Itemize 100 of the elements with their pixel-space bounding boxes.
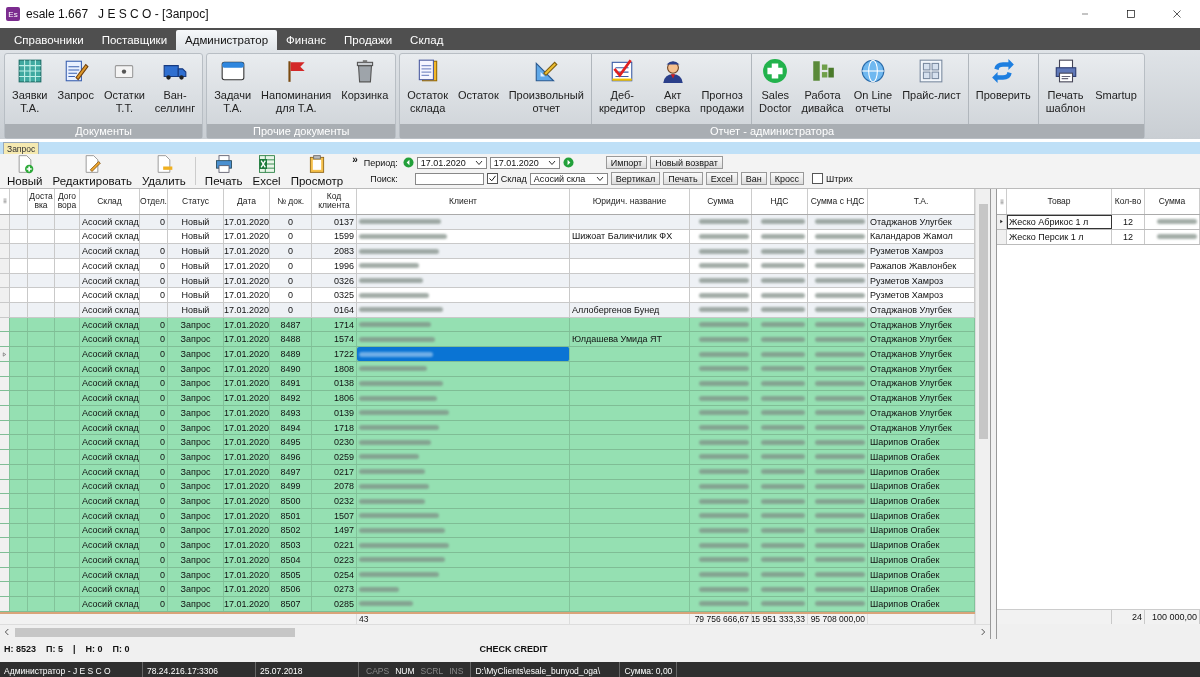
filter-button[interactable]: Ван bbox=[740, 172, 767, 185]
table-row[interactable]: Асосий склад 0 Новый 17.01.2020 0 2083 Рузметов Хамроз bbox=[0, 244, 975, 259]
scrollbar[interactable] bbox=[975, 189, 990, 624]
column-header[interactable]: Дого вора bbox=[55, 189, 80, 214]
filter-button[interactable]: Кросс bbox=[769, 172, 804, 185]
column-header[interactable]: Юридич. название bbox=[570, 189, 690, 214]
ribbon-button[interactable]: Заявки Т.А. bbox=[7, 54, 53, 124]
column-header[interactable]: Сумма bbox=[1145, 189, 1200, 214]
ribbon-button[interactable]: Произвольный отчет bbox=[503, 54, 589, 124]
status-text: П: 5 bbox=[46, 644, 63, 654]
blurred-text bbox=[699, 248, 749, 254]
column-header[interactable]: Сумма bbox=[690, 189, 752, 214]
filter-button[interactable]: Новый возврат bbox=[650, 156, 723, 169]
table-cell: Асосий склад bbox=[80, 258, 140, 273]
blurred-text bbox=[815, 542, 865, 548]
table-cell: Новый bbox=[168, 229, 224, 244]
table-row[interactable]: Асосий склад 0 Запрос 17.01.2020 8488 1574 Юлдашева Умида ЯТ Отаджанов Улугбек bbox=[0, 332, 975, 348]
ribbon-button[interactable]: Запрос bbox=[52, 54, 99, 124]
column-header[interactable]: Статус bbox=[168, 189, 224, 214]
table-cell: Асосий склад bbox=[80, 317, 140, 332]
ribbon-button[interactable]: Ван- селлинг bbox=[149, 54, 201, 124]
column-header[interactable]: Склад bbox=[80, 189, 140, 214]
toolbar-button[interactable]: Excel bbox=[247, 154, 286, 188]
table-row[interactable]: Асосий склад 0 Запрос 17.01.2020 8495 0230 Шарипов Огабек bbox=[0, 435, 975, 451]
ribbon-button[interactable]: On Line отчеты bbox=[848, 54, 898, 124]
scrollbar-thumb[interactable] bbox=[15, 627, 295, 637]
column-header[interactable]: Дата bbox=[224, 189, 270, 214]
ribbon-button[interactable]: Прогноз продажи bbox=[695, 54, 750, 124]
table-row[interactable]: Асосий склад 0 Запрос 17.01.2020 8503 0221 Шарипов Огабек bbox=[0, 538, 975, 553]
menu-tab[interactable]: Продажи bbox=[335, 30, 402, 50]
ribbon-button[interactable]: Деб- кредитор bbox=[593, 54, 651, 124]
toolbar-button[interactable]: Просмотр bbox=[285, 154, 349, 188]
menu-tab[interactable]: Администратор bbox=[176, 30, 278, 50]
menu-tab[interactable]: Справочники bbox=[5, 30, 93, 50]
filter-button[interactable]: Вертикал bbox=[610, 172, 661, 185]
date-field[interactable]: 17.01.2020 bbox=[416, 156, 487, 169]
ribbon-button[interactable]: Остаток склада bbox=[402, 54, 453, 124]
toolbar-button[interactable]: Редактировать bbox=[47, 154, 137, 188]
ribbon-button[interactable]: Smartup bbox=[1090, 54, 1142, 124]
ribbon-button[interactable]: Остатки Т.Т. bbox=[99, 54, 150, 124]
menu-tab[interactable]: Склад bbox=[401, 30, 453, 50]
table-row[interactable]: Жеско Абрикос 1 л 12 bbox=[997, 215, 1200, 230]
search-field[interactable] bbox=[414, 172, 484, 185]
table-row[interactable]: Асосий склад 0 Запрос 17.01.2020 8492 1806 Отаджанов Улугбек bbox=[0, 391, 975, 406]
filter-button[interactable]: Импорт bbox=[605, 156, 648, 169]
column-header[interactable]: Доста вка bbox=[28, 189, 55, 214]
table-row[interactable]: Асосий склад 0 Запрос 17.01.2020 8496 0259 Шарипов Огабек bbox=[0, 450, 975, 465]
ribbon-button[interactable]: Задачи Т.А. bbox=[209, 54, 257, 124]
ribbon-button[interactable]: Sales Doctor bbox=[754, 54, 797, 124]
date-field[interactable]: 17.01.2020 bbox=[489, 156, 560, 169]
warehouse-dropdown[interactable]: Асосий скла bbox=[529, 172, 608, 185]
blurred-text bbox=[699, 410, 749, 416]
menu-tab[interactable]: Поставщики bbox=[92, 30, 177, 50]
column-header[interactable]: № док. bbox=[270, 189, 312, 214]
scrollbar-thumb[interactable] bbox=[978, 204, 988, 439]
column-header[interactable]: Товар bbox=[1007, 189, 1112, 214]
column-header[interactable]: НДС bbox=[752, 189, 808, 214]
overflow-button[interactable]: » bbox=[352, 154, 358, 165]
ribbon-button[interactable]: Акт сверка bbox=[650, 54, 696, 124]
table-cell: 1714 bbox=[312, 317, 357, 332]
column-header[interactable]: Код клиента bbox=[312, 189, 357, 214]
column-header[interactable]: Сумма с НДС bbox=[808, 189, 868, 214]
chevron-right-icon bbox=[979, 628, 987, 636]
scrollbar[interactable] bbox=[0, 624, 990, 639]
toolbar-button[interactable]: Новый bbox=[2, 154, 48, 188]
toolbar-button[interactable]: Удалить bbox=[136, 154, 191, 188]
checkbox[interactable] bbox=[486, 173, 498, 184]
ribbon-button[interactable]: Остаток bbox=[453, 54, 504, 124]
ribbon-button[interactable]: Корзинка bbox=[336, 54, 394, 124]
row-header[interactable] bbox=[997, 215, 1007, 229]
checkbox[interactable] bbox=[811, 173, 823, 184]
ribbon-button[interactable]: Проверить bbox=[970, 54, 1036, 124]
table-cell: Асосий склад bbox=[80, 332, 140, 347]
ribbon-button[interactable]: Напоминания для Т.А. bbox=[256, 54, 337, 124]
table-row[interactable]: Асосий склад 0 Запрос 17.01.2020 8507 0285 Шарипов Огабек bbox=[0, 597, 975, 612]
filter-button[interactable]: Excel bbox=[705, 172, 738, 185]
table-row[interactable]: Асосий склад 0 Запрос 17.01.2020 8504 0223 Шарипов Огабек bbox=[0, 553, 975, 568]
table-row[interactable]: Асосий склад Новый 17.01.2020 0 0164 Аллобергенов Бунед Отаджанов Улугбек bbox=[0, 303, 975, 318]
table-row[interactable]: Асосий склад 0 Запрос 17.01.2020 8500 0232 Шарипов Огабек bbox=[0, 494, 975, 509]
table-cell: 0221 bbox=[312, 538, 357, 552]
ribbon-button[interactable]: Печать шаблон bbox=[1040, 54, 1091, 124]
table-row[interactable]: Асосий склад 0 Запрос 17.01.2020 8489 1722 Отаджанов Улугбек bbox=[0, 347, 975, 362]
ribbon-button[interactable]: Прайс-лист bbox=[897, 54, 966, 124]
table-row[interactable]: Асосий склад 0 Запрос 17.01.2020 8506 0273 Шарипов Огабек bbox=[0, 582, 975, 598]
column-header[interactable]: Клиент bbox=[357, 189, 570, 214]
column-header[interactable]: Кол-во bbox=[1112, 189, 1145, 214]
table-row[interactable]: Асосий склад 0 Новый 17.01.2020 0 0325 Рузметов Хамроз bbox=[0, 288, 975, 304]
blurred-text bbox=[761, 469, 805, 475]
filter-button[interactable]: Печать bbox=[663, 172, 703, 185]
table-cell: 0 bbox=[140, 273, 168, 288]
table-cell: 0 bbox=[270, 288, 312, 303]
ribbon-button[interactable]: Работа дивайса bbox=[796, 54, 849, 124]
column-header[interactable]: Отдел. bbox=[140, 189, 168, 214]
toolbar-button[interactable]: Печать bbox=[199, 154, 248, 188]
table-cell: Асосий склад bbox=[80, 406, 140, 420]
menu-tab[interactable]: Финанс bbox=[277, 30, 336, 50]
blurred-text bbox=[815, 336, 865, 342]
document-tab[interactable]: Запрос bbox=[3, 142, 40, 154]
table-cell: 0 bbox=[270, 258, 312, 273]
table-cell: Новый bbox=[168, 273, 224, 288]
